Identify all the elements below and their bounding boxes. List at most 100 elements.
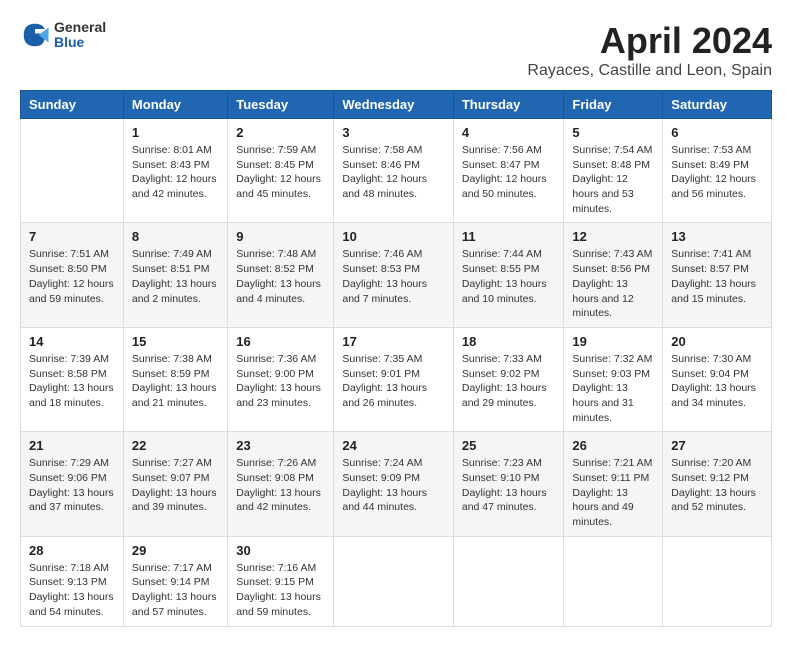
day-info: Sunrise: 7:33 AMSunset: 9:02 PMDaylight:… xyxy=(462,352,556,411)
day-info: Sunrise: 7:39 AMSunset: 8:58 PMDaylight:… xyxy=(29,352,115,411)
calendar-cell: 30 Sunrise: 7:16 AMSunset: 9:15 PMDayligh… xyxy=(228,536,334,626)
header-wednesday: Wednesday xyxy=(334,91,454,119)
day-number: 28 xyxy=(29,543,115,558)
calendar-week-row: 7 Sunrise: 7:51 AMSunset: 8:50 PMDaylight… xyxy=(21,223,772,327)
title-section: April 2024 Rayaces, Castille and Leon, S… xyxy=(527,20,772,80)
day-info: Sunrise: 7:17 AMSunset: 9:14 PMDaylight:… xyxy=(132,561,219,620)
calendar-week-row: 28Sunrise: 7:18 AMSunset: 9:13 PMDayligh… xyxy=(21,536,772,626)
logo: General Blue xyxy=(20,20,106,51)
day-info: Sunrise: 7:58 AMSunset: 8:46 PMDaylight:… xyxy=(342,143,445,202)
calendar-cell: 28Sunrise: 7:18 AMSunset: 9:13 PMDayligh… xyxy=(21,536,124,626)
calendar-cell: 14 Sunrise: 7:39 AMSunset: 8:58 PMDayligh… xyxy=(21,327,124,431)
day-info: Sunrise: 7:20 AMSunset: 9:12 PMDaylight:… xyxy=(671,456,763,515)
day-number: 13 xyxy=(671,229,763,244)
day-info: Sunrise: 7:36 AMSunset: 9:00 PMDaylight:… xyxy=(236,352,325,411)
day-info: Sunrise: 7:24 AMSunset: 9:09 PMDaylight:… xyxy=(342,456,445,515)
day-info: Sunrise: 7:54 AMSunset: 8:48 PMDaylight:… xyxy=(572,143,654,216)
calendar-cell: 15 Sunrise: 7:38 AMSunset: 8:59 PMDayligh… xyxy=(123,327,227,431)
calendar-cell: 25 Sunrise: 7:23 AMSunset: 9:10 PMDayligh… xyxy=(453,432,564,536)
day-number: 19 xyxy=(572,334,654,349)
day-info: Sunrise: 7:38 AMSunset: 8:59 PMDaylight:… xyxy=(132,352,219,411)
calendar-cell xyxy=(21,119,124,223)
day-info: Sunrise: 7:43 AMSunset: 8:56 PMDaylight:… xyxy=(572,247,654,320)
day-number: 15 xyxy=(132,334,219,349)
calendar-cell xyxy=(564,536,663,626)
calendar-cell: 4Sunrise: 7:56 AMSunset: 8:47 PMDaylight… xyxy=(453,119,564,223)
day-number: 20 xyxy=(671,334,763,349)
calendar-cell: 22 Sunrise: 7:27 AMSunset: 9:07 PMDayligh… xyxy=(123,432,227,536)
calendar-week-row: 1 Sunrise: 8:01 AMSunset: 8:43 PMDaylight… xyxy=(21,119,772,223)
day-number: 27 xyxy=(671,438,763,453)
day-number: 11 xyxy=(462,229,556,244)
day-info: Sunrise: 7:35 AMSunset: 9:01 PMDaylight:… xyxy=(342,352,445,411)
day-info: Sunrise: 7:46 AMSunset: 8:53 PMDaylight:… xyxy=(342,247,445,306)
day-number: 22 xyxy=(132,438,219,453)
day-info: Sunrise: 8:01 AMSunset: 8:43 PMDaylight:… xyxy=(132,143,219,202)
calendar-cell: 17 Sunrise: 7:35 AMSunset: 9:01 PMDayligh… xyxy=(334,327,454,431)
day-number: 12 xyxy=(572,229,654,244)
day-number: 21 xyxy=(29,438,115,453)
calendar-cell: 21 Sunrise: 7:29 AMSunset: 9:06 PMDayligh… xyxy=(21,432,124,536)
day-info: Sunrise: 7:26 AMSunset: 9:08 PMDaylight:… xyxy=(236,456,325,515)
day-info: Sunrise: 7:23 AMSunset: 9:10 PMDaylight:… xyxy=(462,456,556,515)
calendar-table: SundayMondayTuesdayWednesdayThursdayFrid… xyxy=(20,90,772,627)
calendar-cell: 20 Sunrise: 7:30 AMSunset: 9:04 PMDayligh… xyxy=(663,327,772,431)
day-number: 30 xyxy=(236,543,325,558)
day-info: Sunrise: 7:30 AMSunset: 9:04 PMDaylight:… xyxy=(671,352,763,411)
logo-text: General Blue xyxy=(54,20,106,51)
calendar-cell: 10 Sunrise: 7:46 AMSunset: 8:53 PMDayligh… xyxy=(334,223,454,327)
day-info: Sunrise: 7:27 AMSunset: 9:07 PMDaylight:… xyxy=(132,456,219,515)
day-info: Sunrise: 7:59 AMSunset: 8:45 PMDaylight:… xyxy=(236,143,325,202)
day-number: 7 xyxy=(29,229,115,244)
header-friday: Friday xyxy=(564,91,663,119)
day-info: Sunrise: 7:53 AMSunset: 8:49 PMDaylight:… xyxy=(671,143,763,202)
calendar-cell: 2Sunrise: 7:59 AMSunset: 8:45 PMDaylight… xyxy=(228,119,334,223)
day-number: 14 xyxy=(29,334,115,349)
day-info: Sunrise: 7:29 AMSunset: 9:06 PMDaylight:… xyxy=(29,456,115,515)
calendar-cell xyxy=(663,536,772,626)
calendar-week-row: 14 Sunrise: 7:39 AMSunset: 8:58 PMDayligh… xyxy=(21,327,772,431)
day-number: 25 xyxy=(462,438,556,453)
page-header: General Blue April 2024 Rayaces, Castill… xyxy=(20,20,772,80)
day-number: 1 xyxy=(132,125,219,140)
day-number: 18 xyxy=(462,334,556,349)
calendar-cell: 27 Sunrise: 7:20 AMSunset: 9:12 PMDayligh… xyxy=(663,432,772,536)
day-info: Sunrise: 7:51 AMSunset: 8:50 PMDaylight:… xyxy=(29,247,115,306)
calendar-cell: 19 Sunrise: 7:32 AMSunset: 9:03 PMDayligh… xyxy=(564,327,663,431)
calendar-cell: 7 Sunrise: 7:51 AMSunset: 8:50 PMDaylight… xyxy=(21,223,124,327)
day-info: Sunrise: 7:32 AMSunset: 9:03 PMDaylight:… xyxy=(572,352,654,425)
calendar-cell: 3 Sunrise: 7:58 AMSunset: 8:46 PMDaylight… xyxy=(334,119,454,223)
header-tuesday: Tuesday xyxy=(228,91,334,119)
calendar-cell xyxy=(453,536,564,626)
calendar-cell: 1 Sunrise: 8:01 AMSunset: 8:43 PMDaylight… xyxy=(123,119,227,223)
day-info: Sunrise: 7:21 AMSunset: 9:11 PMDaylight:… xyxy=(572,456,654,529)
calendar-cell: 26 Sunrise: 7:21 AMSunset: 9:11 PMDayligh… xyxy=(564,432,663,536)
day-number: 3 xyxy=(342,125,445,140)
day-number: 24 xyxy=(342,438,445,453)
logo-blue-text: Blue xyxy=(54,35,106,50)
day-number: 29 xyxy=(132,543,219,558)
header-monday: Monday xyxy=(123,91,227,119)
calendar-cell: 13 Sunrise: 7:41 AMSunset: 8:57 PMDayligh… xyxy=(663,223,772,327)
calendar-cell: 18 Sunrise: 7:33 AMSunset: 9:02 PMDayligh… xyxy=(453,327,564,431)
calendar-cell: 12 Sunrise: 7:43 AMSunset: 8:56 PMDayligh… xyxy=(564,223,663,327)
day-number: 26 xyxy=(572,438,654,453)
calendar-cell: 6 Sunrise: 7:53 AMSunset: 8:49 PMDaylight… xyxy=(663,119,772,223)
day-info: Sunrise: 7:41 AMSunset: 8:57 PMDaylight:… xyxy=(671,247,763,306)
header-saturday: Saturday xyxy=(663,91,772,119)
day-number: 10 xyxy=(342,229,445,244)
calendar-cell: 24 Sunrise: 7:24 AMSunset: 9:09 PMDayligh… xyxy=(334,432,454,536)
header-sunday: Sunday xyxy=(21,91,124,119)
day-number: 9 xyxy=(236,229,325,244)
day-info: Sunrise: 7:44 AMSunset: 8:55 PMDaylight:… xyxy=(462,247,556,306)
day-info: Sunrise: 7:48 AMSunset: 8:52 PMDaylight:… xyxy=(236,247,325,306)
day-number: 8 xyxy=(132,229,219,244)
day-number: 23 xyxy=(236,438,325,453)
day-number: 6 xyxy=(671,125,763,140)
day-number: 17 xyxy=(342,334,445,349)
day-number: 4 xyxy=(462,125,556,140)
logo-icon xyxy=(20,20,50,50)
header-thursday: Thursday xyxy=(453,91,564,119)
day-info: Sunrise: 7:16 AMSunset: 9:15 PMDaylight:… xyxy=(236,561,325,620)
calendar-cell: 16Sunrise: 7:36 AMSunset: 9:00 PMDayligh… xyxy=(228,327,334,431)
